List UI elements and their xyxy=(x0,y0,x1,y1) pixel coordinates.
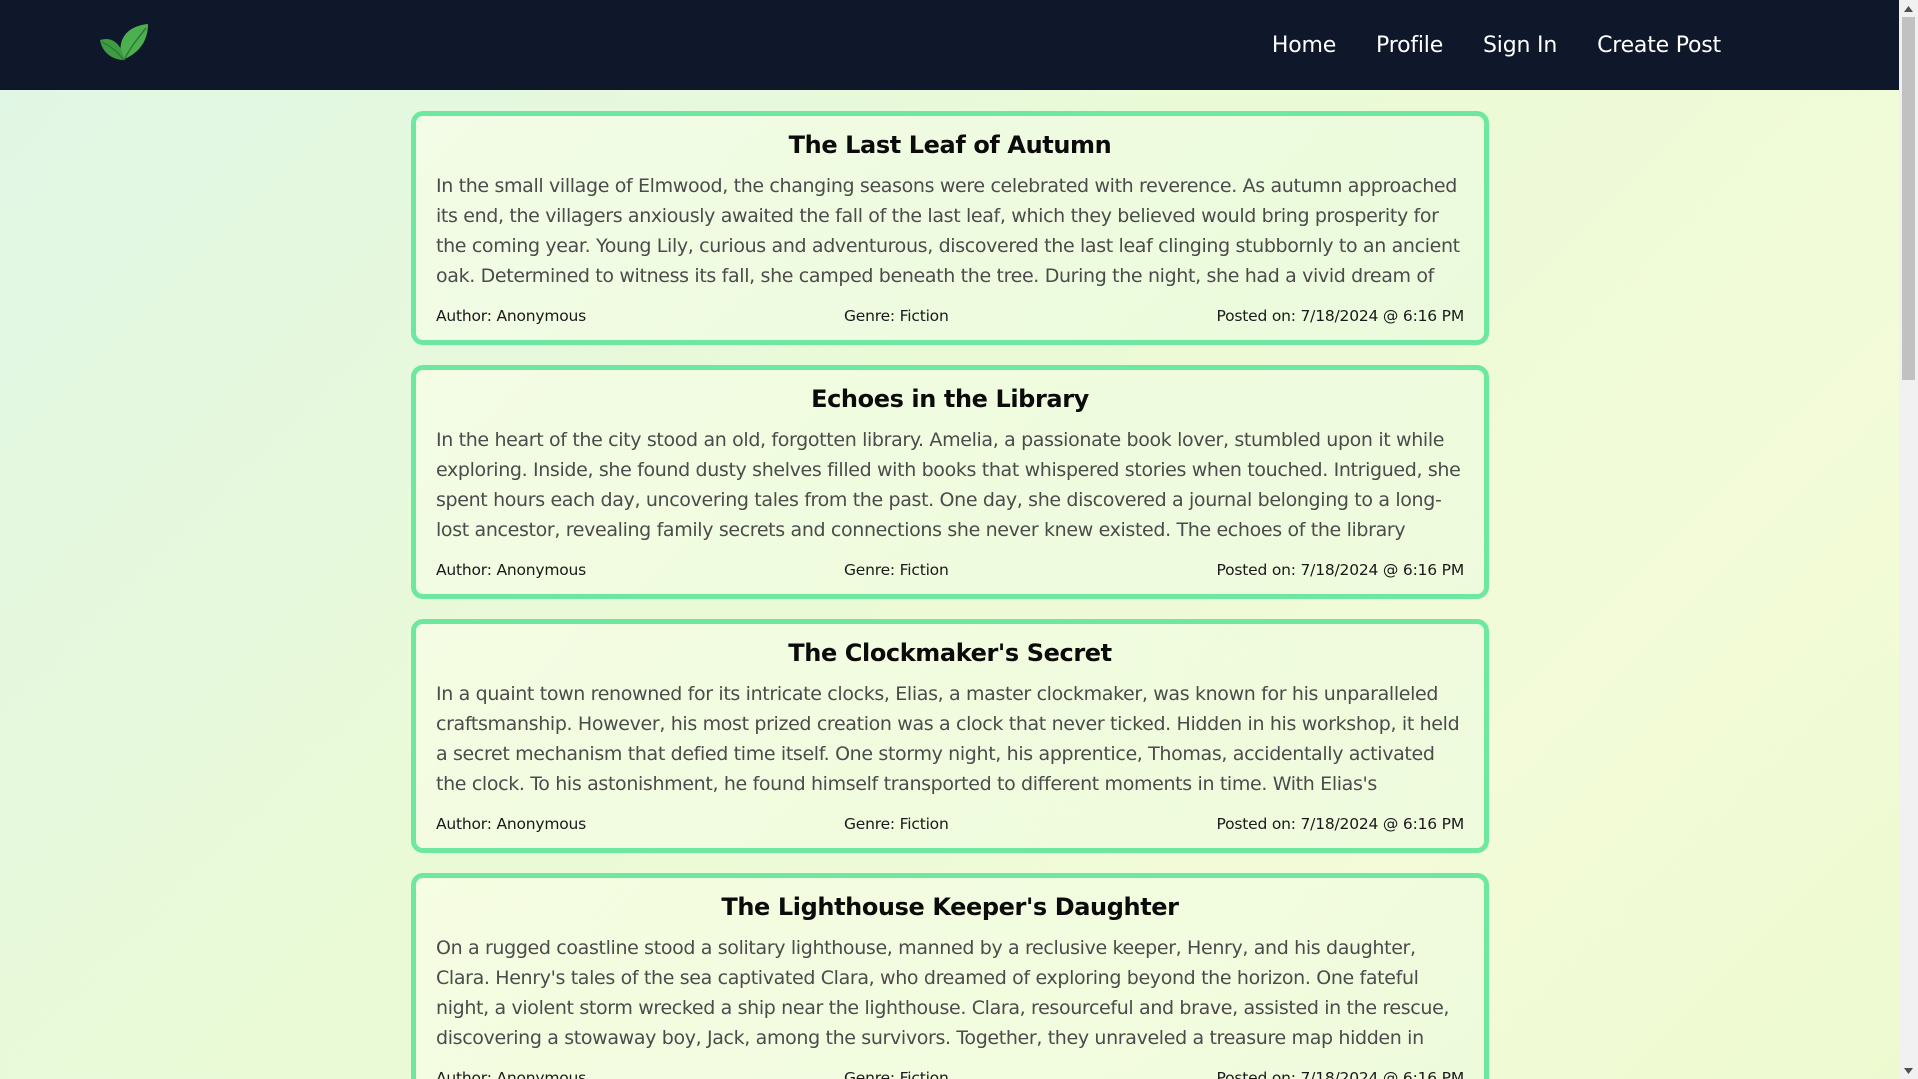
nav-links: Home Profile Sign In Create Post xyxy=(1272,0,1721,90)
nav-profile-link[interactable]: Profile xyxy=(1376,33,1443,58)
top-navbar: Home Profile Sign In Create Post xyxy=(0,0,1899,90)
post-genre: Genre: Fiction xyxy=(843,307,949,325)
post-author: Author: Anonymous xyxy=(436,815,587,833)
post-excerpt: In the heart of the city stood an old, f… xyxy=(436,429,1461,541)
post-genre: Genre: Fiction xyxy=(843,561,949,579)
post-meta: Author: Anonymous Genre: Fiction Posted … xyxy=(436,1069,1464,1079)
page-scrollbar[interactable] xyxy=(1899,0,1918,1079)
post-author: Author: Anonymous xyxy=(436,307,587,325)
post-date: Posted on: 7/18/2024 @ 6:16 PM xyxy=(1216,307,1465,325)
post-title: Echoes in the Library xyxy=(811,385,1089,413)
leaf-icon[interactable] xyxy=(98,22,150,66)
nav-create-post-link[interactable]: Create Post xyxy=(1597,33,1721,58)
post-card[interactable]: The Last Leaf of Autumn In the small vil… xyxy=(411,111,1489,345)
post-card[interactable]: The Lighthouse Keeper's Daughter On a ru… xyxy=(411,873,1489,1079)
post-card[interactable]: Echoes in the Library In the heart of th… xyxy=(411,365,1489,599)
post-excerpt: In a quaint town renowned for its intric… xyxy=(436,683,1460,795)
post-date: Posted on: 7/18/2024 @ 6:16 PM xyxy=(1216,1069,1465,1079)
post-author: Author: Anonymous xyxy=(436,1069,587,1079)
scroll-down-arrow-icon[interactable] xyxy=(1899,1062,1918,1079)
post-date: Posted on: 7/18/2024 @ 6:16 PM xyxy=(1216,815,1465,833)
post-genre: Genre: Fiction xyxy=(843,815,949,833)
post-author: Author: Anonymous xyxy=(436,561,587,579)
post-meta: Author: Anonymous Genre: Fiction Posted … xyxy=(436,561,1464,579)
nav-home-link[interactable]: Home xyxy=(1272,33,1336,58)
scrollbar-thumb[interactable] xyxy=(1902,17,1915,380)
post-genre: Genre: Fiction xyxy=(843,1069,949,1079)
post-card[interactable]: The Clockmaker's Secret In a quaint town… xyxy=(411,619,1489,853)
post-meta: Author: Anonymous Genre: Fiction Posted … xyxy=(436,307,1464,325)
post-title: The Lighthouse Keeper's Daughter xyxy=(721,893,1179,921)
post-title: The Clockmaker's Secret xyxy=(788,639,1112,667)
post-excerpt: In the small village of Elmwood, the cha… xyxy=(436,175,1460,287)
post-title: The Last Leaf of Autumn xyxy=(788,131,1112,159)
post-feed: The Last Leaf of Autumn In the small vil… xyxy=(411,111,1489,1079)
post-excerpt: On a rugged coastline stood a solitary l… xyxy=(436,937,1450,1049)
post-meta: Author: Anonymous Genre: Fiction Posted … xyxy=(436,815,1464,833)
nav-sign-in-link[interactable]: Sign In xyxy=(1483,33,1557,58)
post-date: Posted on: 7/18/2024 @ 6:16 PM xyxy=(1216,561,1465,579)
scroll-up-arrow-icon[interactable] xyxy=(1899,0,1918,17)
